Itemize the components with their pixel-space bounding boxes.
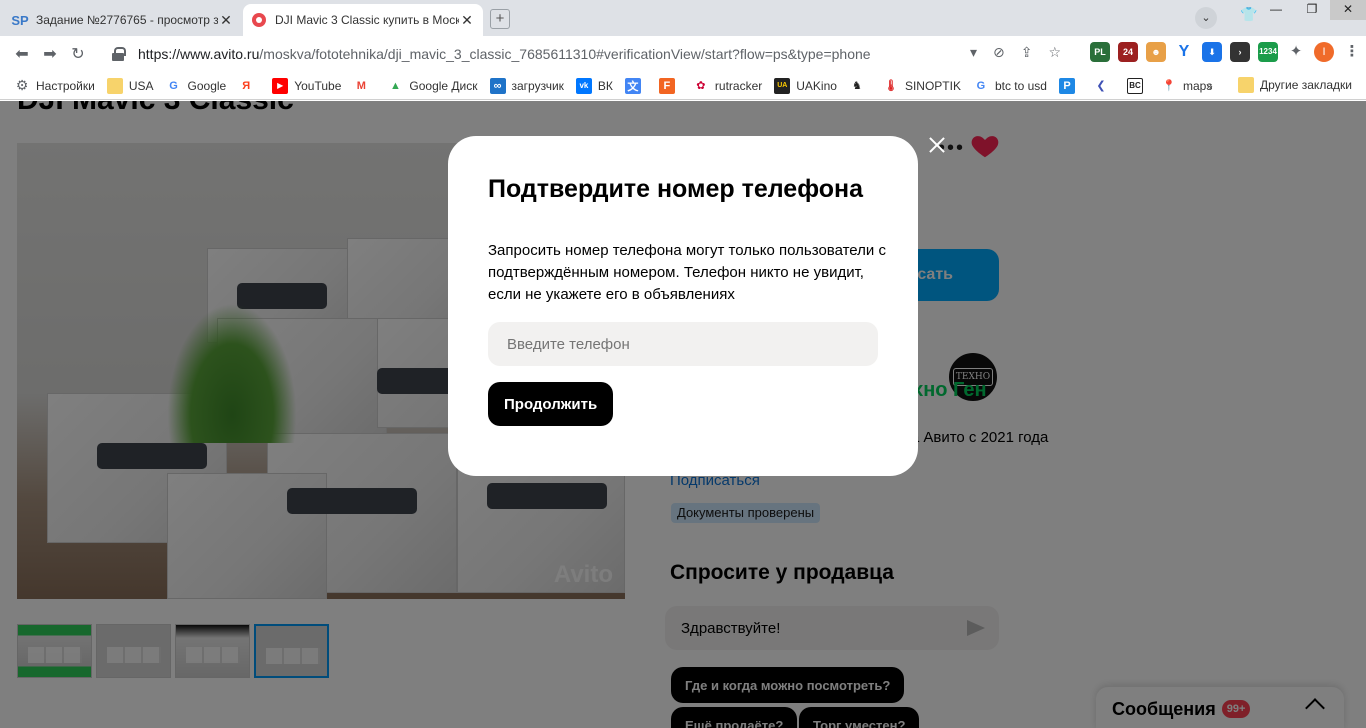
close-icon[interactable] [926, 134, 948, 156]
yandex-icon: Я [242, 79, 251, 92]
bookmark-youtube[interactable]: ▶ YouTube [272, 77, 341, 94]
chess-icon: ♞ [852, 80, 862, 92]
profile-avatar[interactable]: I [1314, 42, 1334, 62]
tab-task[interactable]: SP Задание №2776765 - просмотр з ✕ [4, 4, 242, 36]
url-host: https://www.avito.ru [138, 46, 260, 62]
terminal-extension-icon[interactable]: › [1230, 42, 1250, 62]
uakino-icon: UA [774, 77, 791, 94]
star-icon[interactable]: ☆ [1049, 44, 1062, 61]
download-extension-icon[interactable]: ⬇ [1202, 42, 1222, 62]
cat-extension-icon[interactable]: ☻ [1146, 42, 1166, 62]
f-icon: F [658, 77, 675, 94]
bookmark-google-drive[interactable]: ▲ Google Диск [387, 78, 478, 94]
bookmark-gmail[interactable]: M [353, 78, 375, 94]
new-tab-button[interactable]: + [490, 9, 510, 29]
folder-icon [106, 77, 123, 94]
bookmark-maps[interactable]: 📍 maps [1161, 78, 1212, 94]
rutracker-icon: ✿ [696, 80, 706, 92]
close-icon[interactable]: ✕ [459, 12, 475, 29]
address-bar[interactable]: https://www.avito.ru/moskva/fototehnika/… [104, 40, 984, 68]
forward-icon[interactable]: ➡ [36, 44, 64, 64]
bookmarks-more-icon[interactable]: » [1206, 79, 1213, 93]
sp-icon: SP [11, 12, 29, 28]
bc-icon: BC [1126, 77, 1143, 94]
maximize-icon[interactable]: ❐ [1294, 0, 1330, 20]
maps-icon: 📍 [1162, 80, 1176, 92]
modal-description: Запросить номер телефона могут только по… [488, 242, 886, 303]
arrow-icon: ❮ [1096, 80, 1106, 92]
google-icon: G [169, 79, 178, 92]
bookmark-arrow[interactable]: ❮ [1093, 78, 1115, 94]
p-icon: P [1058, 77, 1075, 94]
dropdown-icon[interactable]: ▾ [970, 44, 977, 61]
gear-icon: ⚙ [15, 77, 29, 93]
drive-icon: ▲ [389, 79, 401, 92]
bookmark-bc[interactable]: BC [1126, 77, 1149, 94]
window-close-icon[interactable]: ✕ [1330, 0, 1366, 20]
tab-title: DJI Mavic 3 Classic купить в Моск [275, 13, 459, 27]
bookmark-uakino[interactable]: UA UAKino [774, 77, 837, 94]
number-extension-icon[interactable]: 24 [1118, 42, 1138, 62]
bookmark-rutracker[interactable]: ✿ rutracker [693, 78, 762, 94]
bookmark-settings[interactable]: ⚙ Настройки [14, 77, 95, 94]
shirt-icon[interactable]: 👕 [1240, 6, 1257, 23]
bookmark-p[interactable]: P [1058, 77, 1081, 94]
verify-phone-modal: Подтвердите номер телефона Запросить ном… [448, 136, 918, 476]
translate-icon: 文 [624, 77, 641, 94]
continue-button[interactable]: Продолжить [488, 382, 614, 426]
lock-icon [112, 47, 126, 61]
url-path: /moskva/fototehnika/dji_mavic_3_classic_… [259, 46, 871, 62]
close-icon[interactable]: ✕ [218, 12, 234, 29]
pl-extension-icon[interactable]: PL [1090, 42, 1110, 62]
folder-icon [1238, 77, 1254, 93]
tab-title: Задание №2776765 - просмотр з [36, 13, 218, 27]
reload-icon[interactable]: ↻ [64, 44, 92, 64]
blocked-icon[interactable]: ⊘ [993, 44, 1005, 61]
bookmark-usa[interactable]: USA [106, 77, 154, 94]
bookmark-btc[interactable]: Gbtc to usd [973, 78, 1047, 94]
bookmark-chess[interactable]: ♞ [849, 78, 871, 94]
gmail-icon: M [356, 79, 366, 92]
bookmark-google[interactable]: G Google [166, 78, 226, 94]
v-extension-icon[interactable]: Y [1174, 42, 1194, 62]
minimize-icon[interactable]: — [1258, 0, 1294, 20]
avito-icon [251, 12, 267, 28]
back-icon[interactable]: ⬅ [8, 44, 36, 64]
google-icon: G [976, 79, 986, 92]
tab-avito[interactable]: DJI Mavic 3 Classic купить в Моск ✕ [243, 4, 483, 36]
thermometer-icon: 🌡 [883, 80, 898, 92]
youtube-icon: ▶ [272, 77, 289, 94]
share-icon[interactable]: ⇪ [1021, 44, 1033, 61]
other-bookmarks[interactable]: Другие закладки [1238, 77, 1352, 93]
bookmark-loader[interactable]: ∞ загрузчик [489, 77, 564, 94]
counter-extension-icon[interactable]: 1234 [1258, 42, 1278, 62]
phone-input[interactable] [488, 322, 878, 366]
modal-title: Подтвердите номер телефона [488, 175, 864, 203]
extensions: PL 24 ☻ Y ⬇ › 1234 ✦ I ⋮ [1090, 42, 1362, 62]
bookmark-vk[interactable]: vk ВК [575, 77, 613, 94]
bookmark-translate[interactable]: 文 [624, 77, 647, 94]
menu-icon[interactable]: ⋮ [1342, 42, 1362, 62]
loader-icon: ∞ [489, 77, 506, 94]
bookmark-f[interactable]: F [658, 77, 681, 94]
bookmark-yandex[interactable]: Я [238, 78, 260, 94]
bookmark-sinoptik[interactable]: 🌡 SINOPTIK [883, 78, 961, 94]
tab-strip: SP Задание №2776765 - просмотр з ✕ DJI M… [0, 0, 1366, 36]
window-controls: — ❐ ✕ [1258, 0, 1366, 20]
omnibox-actions: ▾ ⊘ ⇪ ☆ [970, 44, 1061, 61]
vk-icon: vk [575, 77, 592, 94]
bookmarks-bar: ⚙ Настройки USA G Google Я ▶ YouTube M ▲ Goo… [0, 72, 1366, 100]
tab-search-icon[interactable]: ⌄ [1195, 7, 1217, 29]
puzzle-icon[interactable]: ✦ [1286, 42, 1306, 62]
